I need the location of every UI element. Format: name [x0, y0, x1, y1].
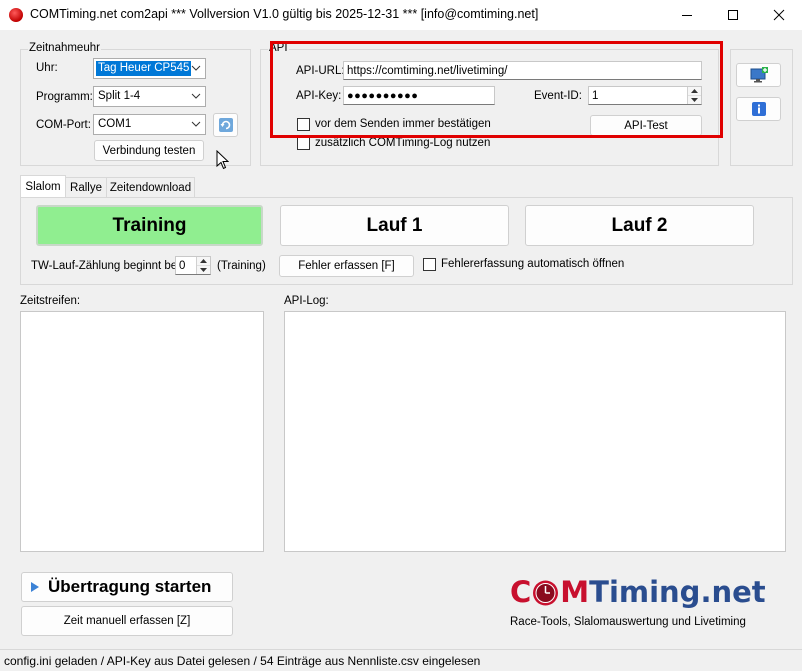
programm-select-value: Split 1-4: [98, 90, 141, 102]
tw-stepper[interactable]: 0: [175, 256, 211, 275]
zeitstreifen-label: Zeitstreifen:: [20, 295, 81, 307]
training-button[interactable]: Training: [36, 205, 263, 246]
manual-time-button[interactable]: Zeit manuell erfassen [Z]: [21, 606, 233, 636]
start-transfer-label: Übertragung starten: [48, 577, 212, 596]
start-transfer-button[interactable]: Übertragung starten: [21, 572, 233, 602]
chevron-down-icon: [191, 121, 201, 127]
mouse-cursor-icon: [216, 150, 229, 170]
api-log-textarea[interactable]: [284, 311, 786, 552]
close-icon: [773, 9, 785, 21]
comport-label: COM-Port:: [36, 119, 91, 131]
uhr-select[interactable]: Tag Heuer CP545: [93, 58, 206, 79]
tw-spin: [196, 257, 210, 274]
comtiming-log-checkbox-label: zusätzlich COMTiming-Log nutzen: [315, 137, 491, 149]
logo-c: C: [510, 575, 532, 609]
chevron-down-icon: [191, 65, 201, 71]
api-log-label: API-Log:: [284, 295, 329, 307]
comtiming-logo: C MTiming.net: [510, 575, 790, 615]
maximize-icon: [728, 10, 738, 20]
info-icon: [751, 102, 766, 116]
tw-value: 0: [179, 260, 186, 272]
info-button[interactable]: [736, 97, 781, 121]
programm-select[interactable]: Split 1-4: [93, 86, 206, 107]
comport-select-value: COM1: [98, 118, 132, 130]
add-display-button[interactable]: [736, 63, 781, 87]
title-bar: COMTiming.net com2api *** Vollversion V1…: [0, 0, 802, 30]
programm-label: Programm:: [36, 91, 93, 103]
monitor-add-icon: [750, 67, 768, 83]
app-icon: [9, 8, 23, 22]
logo-m: M: [560, 575, 590, 609]
status-bar: config.ini geladen / API-Key aus Datei g…: [0, 649, 802, 671]
chevron-down-icon: [191, 93, 201, 99]
tw-label: TW-Lauf-Zählung beginnt bei:: [31, 260, 183, 272]
tab-rallye[interactable]: Rallye: [65, 177, 107, 197]
fehler-erfassen-button[interactable]: Fehler erfassen [F]: [279, 255, 414, 277]
lauf1-button[interactable]: Lauf 1: [280, 205, 509, 246]
tab-zeitendownload[interactable]: Zeitendownload: [106, 177, 195, 197]
logo-stopwatch-icon: [531, 578, 560, 607]
close-button[interactable]: [756, 0, 802, 30]
comtiming-log-checkbox[interactable]: [297, 137, 310, 150]
refresh-ports-button[interactable]: [213, 113, 238, 137]
spin-down-icon[interactable]: [197, 266, 210, 275]
play-icon: [31, 582, 39, 592]
uhr-select-value: Tag Heuer CP545: [96, 61, 192, 76]
fehler-auto-label: Fehlererfassung automatisch öffnen: [441, 258, 625, 270]
lauf2-button[interactable]: Lauf 2: [525, 205, 754, 246]
uhr-label: Uhr:: [36, 62, 58, 74]
minimize-icon: [682, 15, 692, 16]
maximize-button[interactable]: [710, 0, 756, 30]
tw-suffix: (Training): [217, 260, 266, 272]
highlight-box: [270, 41, 723, 138]
zeitstreifen-list[interactable]: [20, 311, 264, 552]
logo-tagline: Race-Tools, Slalomauswertung und Livetim…: [510, 616, 746, 628]
logo-rest: Timing.net: [589, 575, 766, 609]
window-title: COMTiming.net com2api *** Vollversion V1…: [30, 7, 539, 21]
zeitnahmeuhr-group-label: Zeitnahmeuhr: [28, 42, 101, 54]
verbindung-testen-button[interactable]: Verbindung testen: [94, 140, 204, 161]
spin-up-icon[interactable]: [197, 257, 210, 266]
comport-select[interactable]: COM1: [93, 114, 206, 135]
fehler-auto-checkbox[interactable]: [423, 258, 436, 271]
tab-slalom[interactable]: Slalom: [20, 175, 66, 198]
minimize-button[interactable]: [664, 0, 710, 30]
status-text: config.ini geladen / API-Key aus Datei g…: [4, 654, 481, 668]
refresh-icon: [218, 118, 233, 132]
